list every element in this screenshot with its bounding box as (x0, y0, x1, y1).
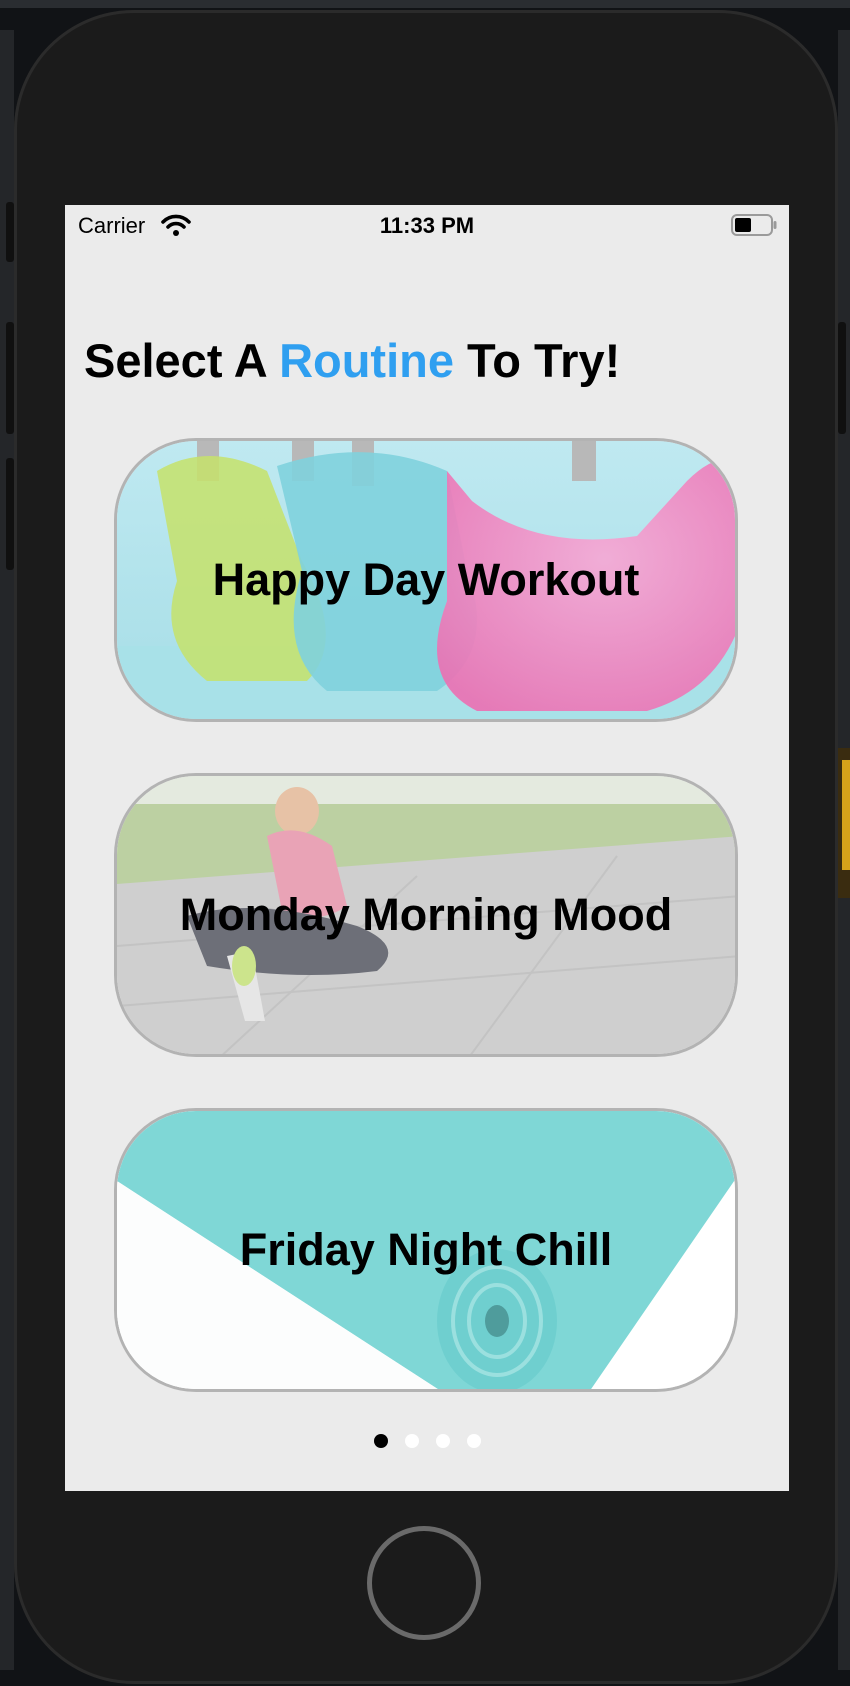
routine-card-happy-day[interactable]: Happy Day Workout (114, 438, 738, 722)
home-button[interactable] (367, 1526, 481, 1640)
background-panel-left (0, 30, 14, 1670)
battery-icon (731, 214, 777, 241)
status-time: 11:33 PM (379, 213, 475, 238)
page-title: Select A Routine To Try! (84, 333, 620, 388)
window-top-strip (0, 0, 850, 8)
mute-switch (6, 202, 14, 262)
app-screen: Carrier 11:33 PM Select A Routine To Try… (65, 205, 789, 1491)
title-prefix: Select A (84, 334, 266, 387)
volume-up-button (6, 322, 14, 434)
routine-card-label: Monday Morning Mood (179, 889, 673, 940)
title-suffix: To Try! (467, 334, 621, 387)
page-dot[interactable] (404, 1434, 419, 1448)
title-highlight: Routine (279, 334, 454, 387)
routine-card-label: Friday Night Chill (239, 1224, 613, 1275)
status-bar: Carrier 11:33 PM (65, 205, 789, 245)
page-dot[interactable] (373, 1434, 388, 1448)
page-control[interactable] (65, 1434, 789, 1448)
routine-card-friday-night[interactable]: Friday Night Chill (114, 1108, 738, 1392)
page-dot[interactable] (466, 1434, 481, 1448)
routine-card-monday-morning[interactable]: Monday Morning Mood (114, 773, 738, 1057)
page-dot[interactable] (435, 1434, 450, 1448)
power-button (838, 322, 846, 434)
volume-down-button (6, 458, 14, 570)
background-accent-highlight (842, 760, 850, 870)
routine-card-label: Happy Day Workout (212, 554, 640, 605)
